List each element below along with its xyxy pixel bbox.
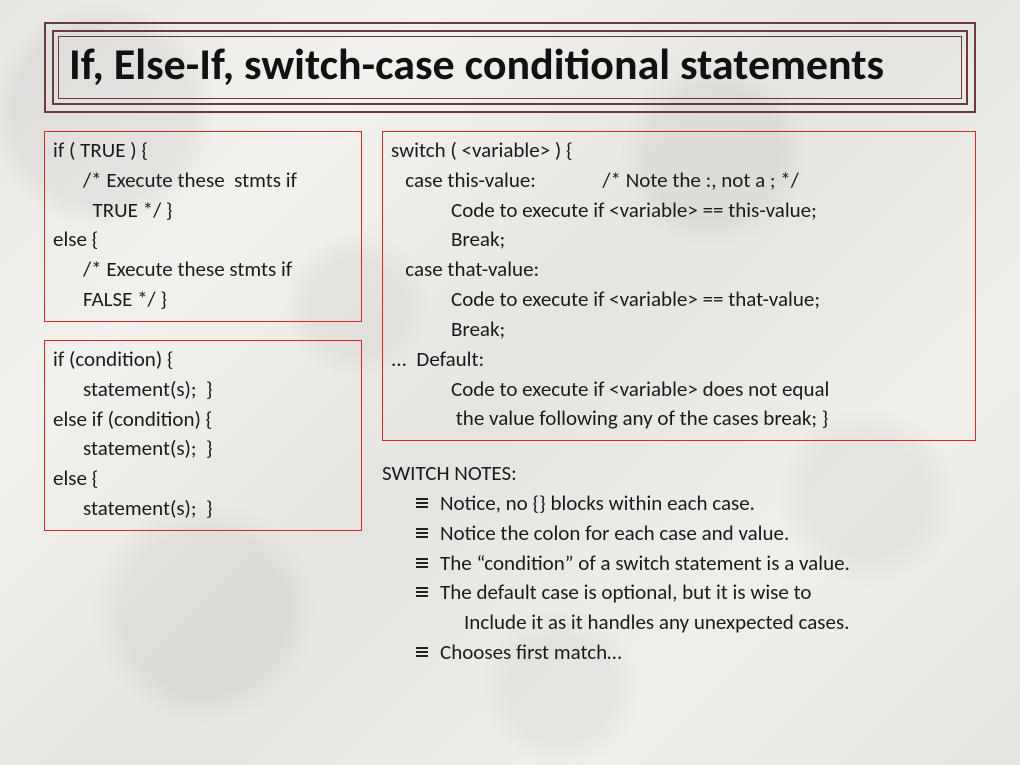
code-line: case this-value: /* Note the :, not a ; … (391, 166, 967, 196)
content-area: if ( TRUE ) { /* Execute these stmts if … (44, 131, 976, 668)
code-line: switch ( <variable> ) { (391, 136, 967, 166)
code-line: Code to execute if <variable> does not e… (391, 375, 967, 405)
title-frame-outer: If, Else-If, switch-case conditional sta… (44, 22, 976, 113)
code-line: the value following any of the cases bre… (391, 404, 967, 434)
note-text: Chooses first match… (440, 639, 622, 665)
else-if-code-box: if (condition) { statement(s); } else if… (44, 340, 362, 531)
if-else-code-box: if ( TRUE ) { /* Execute these stmts if … (44, 131, 362, 322)
code-line: Break; (391, 315, 967, 345)
code-line: statement(s); } (53, 375, 353, 405)
code-text: case this-value: /* Note the :, not a ; … (405, 167, 799, 193)
list-item: The “condition” of a switch statement is… (416, 549, 976, 579)
code-line: else { (53, 464, 353, 494)
note-text: Notice the colon for each case and value… (440, 520, 789, 546)
code-text: case that-value: (405, 256, 539, 282)
list-item: Notice, no {} blocks within each case. (416, 489, 976, 519)
notes-title: SWITCH NOTES: (382, 459, 976, 489)
code-text: TRUE */ } (93, 197, 173, 223)
switch-notes: SWITCH NOTES: Notice, no {} blocks withi… (382, 459, 976, 668)
code-line: TRUE */ } (53, 196, 353, 226)
code-line: /* Execute these stmts if (53, 255, 353, 285)
code-line: case that-value: (391, 255, 967, 285)
code-line: statement(s); } (53, 434, 353, 464)
switch-code-box: switch ( <variable> ) { case this-value:… (382, 131, 976, 441)
right-column: switch ( <variable> ) { case this-value:… (382, 131, 976, 668)
code-line: Code to execute if <variable> == this-va… (391, 196, 967, 226)
slide-title: If, Else-If, switch-case conditional sta… (69, 37, 951, 92)
code-line: Code to execute if <variable> == that-va… (391, 285, 967, 315)
code-line: if ( TRUE ) { (53, 136, 353, 166)
code-line: else { (53, 225, 353, 255)
code-line: FALSE */ } (53, 285, 353, 315)
list-item: Chooses first match… (416, 638, 976, 668)
note-text-cont: Include it as it handles any unexpected … (440, 609, 850, 635)
list-item: The default case is optional, but it is … (416, 578, 976, 638)
code-line: /* Execute these stmts if (53, 166, 353, 196)
title-frame-mid: If, Else-If, switch-case conditional sta… (52, 30, 968, 105)
code-line: statement(s); } (53, 494, 353, 524)
title-frame-inner: If, Else-If, switch-case conditional sta… (58, 36, 962, 99)
list-item: Notice the colon for each case and value… (416, 519, 976, 549)
code-line: Break; (391, 225, 967, 255)
notes-list: Notice, no {} blocks within each case. N… (382, 489, 976, 668)
left-column: if ( TRUE ) { /* Execute these stmts if … (44, 131, 362, 668)
note-text: Notice, no {} blocks within each case. (440, 490, 755, 516)
note-text: The default case is optional, but it is … (440, 579, 811, 605)
code-line: if (condition) { (53, 345, 353, 375)
code-line: else if (condition) { (53, 405, 353, 435)
code-line: ... Default: (391, 345, 967, 375)
note-text: The “condition” of a switch statement is… (440, 550, 850, 576)
